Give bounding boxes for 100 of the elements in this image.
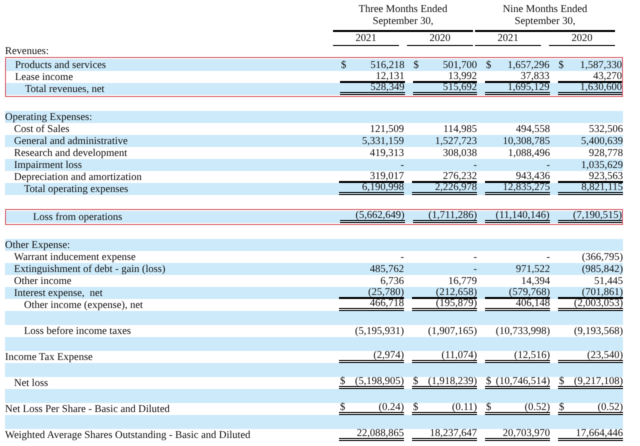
table-cell: (1,711,286) bbox=[428, 210, 477, 221]
table-cell: (0.11) bbox=[452, 402, 477, 413]
table-cell: 2,226,978 bbox=[435, 182, 477, 193]
table-cell: 18,237,647 bbox=[430, 428, 477, 439]
table-cell: 466,718 bbox=[370, 298, 404, 309]
year-heading: 2021 bbox=[333, 32, 399, 46]
row-label: Weighted Average Shares Outstanding - Basic and Diluted bbox=[5, 430, 250, 440]
table-cell: (366,795) bbox=[582, 252, 623, 262]
row-label: General and administrative bbox=[13, 136, 128, 146]
table-cell: 5,331,159 bbox=[362, 136, 404, 146]
table-cell: 12,131 bbox=[376, 70, 404, 82]
table-cell: - bbox=[474, 252, 477, 262]
table-cell: 37,833 bbox=[520, 70, 550, 82]
table-cell: (0.52) bbox=[598, 402, 623, 413]
table-cell: 43,270 bbox=[593, 70, 622, 82]
row-label: Depreciation and amortization bbox=[13, 172, 142, 182]
period-subheading: September 30, bbox=[514, 16, 576, 28]
table-cell: (9,193,568) bbox=[574, 326, 623, 336]
table-cell: 419,313 bbox=[370, 148, 404, 158]
row-label: Warrant inducement expense bbox=[13, 252, 136, 262]
currency-symbol: $ bbox=[341, 60, 346, 70]
table-cell: 308,038 bbox=[442, 148, 477, 158]
table-cell: 1,657,296 bbox=[508, 60, 550, 70]
table-cell: 1,587,330 bbox=[580, 60, 622, 70]
table-cell: 528,349 bbox=[370, 82, 404, 93]
table-cell: (2,003,053) bbox=[574, 298, 623, 309]
row-label: Net loss bbox=[13, 378, 48, 388]
row-label: Total operating expenses bbox=[23, 184, 128, 194]
table-cell: 1,527,723 bbox=[435, 136, 477, 146]
table-cell: 13,992 bbox=[448, 70, 477, 82]
table-cell: (12,516) bbox=[514, 350, 550, 361]
table-cell: 516,218 bbox=[370, 60, 404, 70]
table-cell: 532,506 bbox=[588, 124, 623, 134]
table-cell: 1,695,129 bbox=[508, 82, 550, 93]
table-cell: - bbox=[400, 160, 404, 170]
row-label: Lease income bbox=[14, 72, 74, 82]
row-label: Extinguishment of debt - gain (loss) bbox=[13, 264, 166, 274]
table-cell: 319,017 bbox=[370, 170, 404, 182]
row-label: Total revenues, net bbox=[24, 84, 104, 94]
row-label: Other Expense: bbox=[5, 240, 70, 250]
table-cell: (10,746,514) bbox=[496, 376, 550, 387]
period-heading: Three Months Ended bbox=[358, 4, 448, 16]
table-cell: (0.24) bbox=[378, 402, 404, 413]
table-cell: - bbox=[474, 264, 477, 274]
currency-symbol: $ bbox=[486, 60, 492, 70]
row-label: Loss before income taxes bbox=[23, 326, 132, 336]
row-label: Products and services bbox=[14, 60, 106, 70]
table-cell: (25,780) bbox=[368, 286, 404, 298]
row-label: Loss from operations bbox=[32, 212, 122, 222]
table-cell: - bbox=[400, 252, 404, 262]
table-cell: (7,190,515) bbox=[573, 210, 622, 221]
table-cell: (5,198,905) bbox=[355, 376, 404, 387]
table-cell: (701,861) bbox=[582, 286, 623, 298]
table-cell: 14,394 bbox=[521, 276, 550, 286]
table-cell: 17,664,446 bbox=[576, 428, 623, 439]
row-label: Research and development bbox=[13, 148, 128, 158]
currency-symbol: $ bbox=[558, 60, 564, 70]
table-cell: 1,035,629 bbox=[581, 160, 623, 170]
table-cell: 6,736 bbox=[380, 276, 404, 286]
currency-symbol: $ bbox=[486, 402, 492, 413]
table-cell: 20,703,970 bbox=[502, 428, 550, 439]
currency-symbol: $ bbox=[413, 402, 418, 413]
row-label: Cost of Sales bbox=[13, 124, 70, 134]
table-cell: 6,190,998 bbox=[362, 182, 404, 193]
row-label: Other income bbox=[13, 276, 72, 286]
table-cell: 515,692 bbox=[442, 82, 477, 93]
table-cell: (195,879) bbox=[436, 298, 477, 309]
table-cell: 943,436 bbox=[516, 170, 550, 182]
year-heading: 2020 bbox=[407, 32, 473, 46]
table-cell: 1,088,496 bbox=[508, 148, 550, 158]
row-label: Income Tax Expense bbox=[5, 352, 93, 362]
row-label: Interest expense, net bbox=[13, 288, 103, 298]
currency-symbol: $ bbox=[413, 376, 418, 387]
table-cell: 16,779 bbox=[448, 276, 477, 286]
period-subheading: September 30, bbox=[372, 16, 434, 28]
table-cell: 8,821,115 bbox=[581, 182, 623, 193]
table-cell: (579,768) bbox=[508, 286, 550, 298]
currency-symbol: $ bbox=[340, 402, 346, 413]
table-cell: 114,985 bbox=[443, 124, 477, 134]
table-cell: 971,522 bbox=[516, 264, 550, 274]
year-heading: 2020 bbox=[549, 32, 615, 46]
table-cell: (2,974) bbox=[373, 350, 404, 361]
row-label: Operating Expenses: bbox=[5, 112, 92, 122]
currency-symbol: $ bbox=[414, 60, 419, 70]
table-cell: 501,700 bbox=[442, 60, 477, 70]
table-cell: - bbox=[474, 160, 477, 170]
table-cell: - bbox=[546, 252, 550, 262]
year-heading: 2021 bbox=[475, 32, 541, 46]
table-cell: (0.52) bbox=[524, 402, 550, 413]
table-cell: 276,232 bbox=[442, 170, 477, 182]
table-cell: 406,148 bbox=[516, 298, 550, 309]
table-cell: 121,509 bbox=[370, 124, 404, 134]
table-cell: (1,907,165) bbox=[428, 326, 477, 336]
period-heading: Nine Months Ended bbox=[502, 4, 588, 16]
table-cell: - bbox=[546, 160, 550, 170]
table-cell: 1,630,600 bbox=[580, 82, 622, 93]
table-cell: 5,400,639 bbox=[581, 136, 623, 146]
table-cell: (23,540) bbox=[587, 350, 623, 361]
currency-symbol: $ bbox=[340, 376, 346, 387]
row-label: Impairment loss bbox=[13, 160, 82, 170]
